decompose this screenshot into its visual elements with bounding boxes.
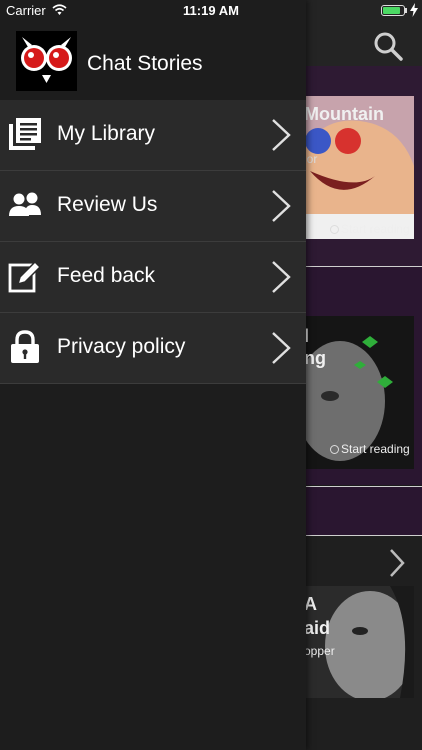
chevron-right-icon[interactable] bbox=[388, 548, 406, 578]
drawer-menu: My Library Review Us Feed back Privacy p… bbox=[0, 100, 306, 384]
menu-item-feed-back[interactable]: Feed back bbox=[0, 242, 306, 313]
chevron-right-icon bbox=[272, 119, 291, 151]
story-cover-image[interactable] bbox=[300, 586, 414, 698]
lock-icon bbox=[11, 330, 39, 363]
start-reading-text: Start reading bbox=[341, 222, 410, 236]
story-title: ng bbox=[304, 348, 326, 368]
clock: 11:19 AM bbox=[183, 3, 239, 18]
battery-icon bbox=[381, 5, 405, 16]
people-icon bbox=[9, 192, 41, 216]
menu-item-review-us[interactable]: Review Us bbox=[0, 171, 306, 242]
menu-item-label: Review Us bbox=[57, 193, 158, 216]
battery-level bbox=[383, 7, 400, 14]
chevron-right-icon bbox=[272, 332, 291, 364]
menu-item-label: Privacy policy bbox=[57, 335, 186, 358]
chevron-right-icon bbox=[272, 261, 291, 293]
search-icon[interactable] bbox=[372, 30, 404, 62]
menu-item-my-library[interactable]: My Library bbox=[0, 100, 306, 171]
start-reading-text: Start reading bbox=[341, 442, 410, 456]
status-bar: Carrier 11:19 AM bbox=[0, 0, 422, 22]
chevron-right-icon bbox=[272, 190, 291, 222]
dot-icon bbox=[330, 225, 339, 235]
story-subtitle: opper bbox=[304, 644, 335, 658]
side-drawer: Chat Stories My Library Review Us Feed b… bbox=[0, 0, 306, 750]
start-reading-label[interactable]: Start reading bbox=[330, 442, 410, 456]
menu-item-label: My Library bbox=[57, 122, 156, 145]
menu-item-privacy-policy[interactable]: Privacy policy bbox=[0, 313, 306, 384]
story-subtitle: ior bbox=[304, 152, 318, 166]
library-icon bbox=[9, 118, 41, 150]
story-section bbox=[300, 487, 422, 535]
battery-tip bbox=[405, 8, 407, 13]
dot-icon bbox=[330, 445, 339, 455]
start-reading-label[interactable]: Start reading bbox=[330, 222, 410, 236]
charging-bolt-icon bbox=[410, 3, 418, 17]
app-title: Chat Stories bbox=[87, 52, 203, 75]
story-title: Mountain bbox=[304, 104, 384, 124]
story-title: aid bbox=[304, 618, 331, 638]
app-logo bbox=[16, 31, 77, 91]
edit-icon bbox=[8, 260, 42, 293]
menu-item-label: Feed back bbox=[57, 264, 156, 287]
